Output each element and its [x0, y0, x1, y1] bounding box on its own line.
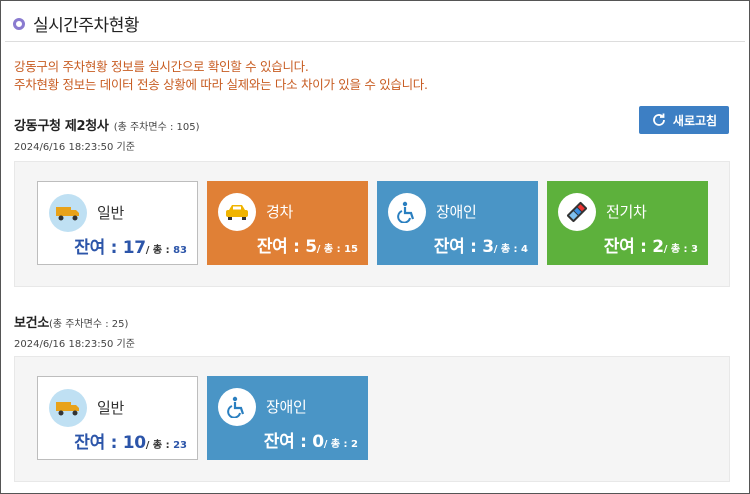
card-disabled: 장애인 잔여 : 3/ 총 : 4 — [377, 181, 538, 265]
total-prefix: / 총 : — [663, 244, 692, 255]
truck-icon — [49, 389, 87, 427]
truck-icon — [49, 194, 87, 232]
card-disabled: 장애인 잔여 : 0/ 총 : 2 — [207, 376, 368, 460]
availability-count: 잔여 : 10/ 총 : 23 — [74, 428, 187, 453]
availability-count: 잔여 : 5/ 총 : 15 — [257, 232, 358, 257]
notice-text: 강동구의 주차현황 정보를 실시간으로 확인할 수 있습니다. 주차현황 정보는… — [14, 58, 428, 94]
total-count: 2 — [351, 439, 358, 450]
lot-2-status-panel: 일반 잔여 : 10/ 총 : 23 장애인 잔여 : 0/ 총 : 2 — [14, 356, 730, 482]
total-count: 83 — [173, 245, 187, 256]
total-count: 4 — [521, 244, 528, 255]
wheelchair-icon — [388, 193, 426, 231]
total-count: 3 — [691, 244, 698, 255]
card-general: 일반 잔여 : 17/ 총 : 83 — [37, 181, 198, 265]
lot-timestamp: 2024/6/16 18:23:50 기준 — [14, 142, 135, 153]
battery-icon — [558, 193, 596, 231]
remaining-count: 잔여 : 0 — [263, 432, 324, 452]
page-header: 실시간주차현황 — [13, 11, 139, 36]
lot-timestamp: 2024/6/16 18:23:50 기준 — [14, 339, 135, 350]
card-general: 일반 잔여 : 10/ 총 : 23 — [37, 376, 198, 460]
total-prefix: / 총 : — [316, 244, 345, 255]
category-label: 일반 — [97, 204, 125, 222]
refresh-label: 새로고침 — [672, 113, 718, 128]
remaining-count: 잔여 : 3 — [433, 237, 494, 257]
car-icon — [218, 193, 256, 231]
category-label: 장애인 — [266, 398, 307, 416]
lot-header-2: 보건소(총 주차면수 : 25) 2024/6/16 18:23:50 기준 — [14, 312, 135, 350]
category-label: 일반 — [97, 399, 125, 417]
category-label: 경차 — [266, 203, 294, 221]
total-count: 23 — [173, 440, 187, 451]
card-compact-car: 경차 잔여 : 5/ 총 : 15 — [207, 181, 368, 265]
total-prefix: / 총 : — [145, 440, 174, 451]
title-divider — [5, 41, 745, 42]
lot-1-status-panel: 일반 잔여 : 17/ 총 : 83 경차 잔여 : 5/ 총 : 15 장애인… — [14, 161, 730, 287]
refresh-button[interactable]: 새로고침 — [639, 106, 729, 134]
lot-header-1: 강동구청 제2청사 (총 주차면수 : 105) 2024/6/16 18:23… — [14, 115, 199, 153]
total-prefix: / 총 : — [323, 439, 352, 450]
remaining-count: 잔여 : 2 — [603, 237, 664, 257]
availability-count: 잔여 : 2/ 총 : 3 — [604, 232, 698, 257]
total-prefix: / 총 : — [145, 245, 174, 256]
lot-total-spaces: (총 주차면수 : 105) — [113, 122, 200, 133]
title-bullet-icon — [13, 17, 25, 30]
remaining-count: 잔여 : 10 — [74, 433, 146, 453]
category-label: 장애인 — [436, 203, 477, 221]
card-electric-vehicle: 전기차 잔여 : 2/ 총 : 3 — [547, 181, 708, 265]
total-count: 15 — [344, 244, 358, 255]
lot-name: 강동구청 제2청사 — [14, 119, 109, 134]
refresh-icon — [653, 113, 665, 126]
total-prefix: / 총 : — [493, 244, 522, 255]
lot-total-spaces: (총 주차면수 : 25) — [48, 319, 129, 330]
remaining-count: 잔여 : 17 — [74, 238, 146, 258]
wheelchair-icon — [218, 388, 256, 426]
availability-count: 잔여 : 3/ 총 : 4 — [434, 232, 528, 257]
notice-line-2: 주차현황 정보는 데이터 전송 상황에 따라 실제와는 다소 차이가 있을 수 … — [14, 77, 428, 92]
notice-line-1: 강동구의 주차현황 정보를 실시간으로 확인할 수 있습니다. — [14, 59, 309, 74]
lot-name: 보건소 — [14, 316, 49, 331]
page-title: 실시간주차현황 — [33, 16, 139, 36]
remaining-count: 잔여 : 5 — [256, 237, 317, 257]
availability-count: 잔여 : 17/ 총 : 83 — [74, 233, 187, 258]
category-label: 전기차 — [606, 203, 647, 221]
availability-count: 잔여 : 0/ 총 : 2 — [264, 427, 358, 452]
page-frame: 실시간주차현황 강동구의 주차현황 정보를 실시간으로 확인할 수 있습니다. … — [0, 0, 750, 494]
